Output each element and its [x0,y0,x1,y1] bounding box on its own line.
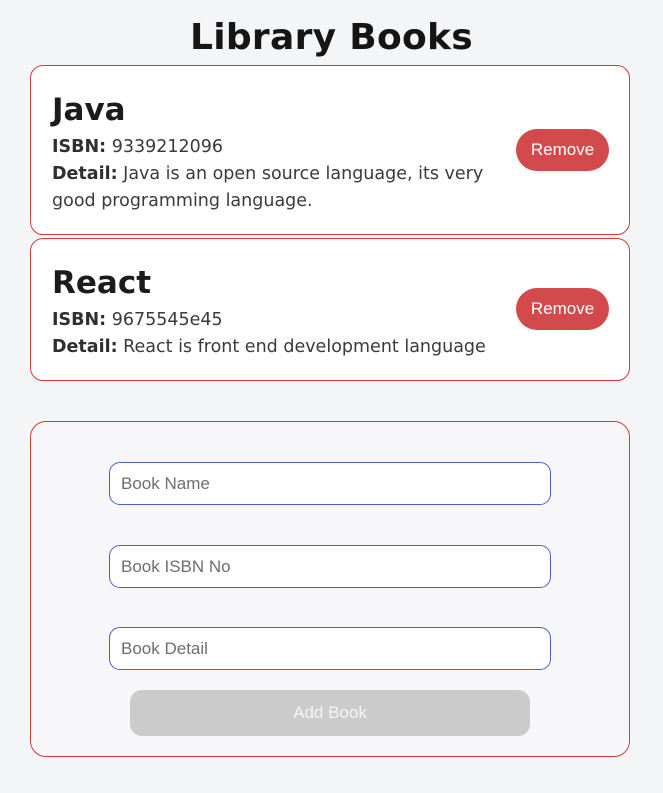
add-book-button[interactable]: Add Book [130,690,530,736]
detail-label: Detail: [52,164,118,184]
detail-label: Detail: [52,337,118,357]
book-detail-input[interactable] [109,627,551,670]
book-card-react: React ISBN: 9675545e45 Detail: React is … [30,238,630,381]
page-title: Library Books [189,17,474,58]
book-info: React ISBN: 9675545e45 Detail: React is … [52,263,497,361]
book-isbn: ISBN: 9339212096 [52,134,497,161]
isbn-label: ISBN: [52,137,107,157]
add-book-form: Add Book [30,421,630,757]
remove-button[interactable]: Remove [516,129,609,171]
book-detail: Detail: React is front end development l… [52,334,497,361]
detail-value: React is front end development language [123,337,486,357]
book-name-input[interactable] [109,462,551,505]
book-card-java: Java ISBN: 9339212096 Detail: Java is an… [30,65,630,235]
isbn-value: 9339212096 [111,137,224,157]
book-detail: Detail: Java is an open source language,… [52,161,497,215]
book-isbn: ISBN: 9675545e45 [52,307,497,334]
book-isbn-input[interactable] [109,545,551,588]
isbn-label: ISBN: [52,310,107,330]
book-name: Java [52,92,126,128]
isbn-value: 9675545e45 [111,310,223,330]
book-name: React [52,265,152,301]
remove-button[interactable]: Remove [516,288,609,330]
book-info: Java ISBN: 9339212096 Detail: Java is an… [52,90,497,215]
